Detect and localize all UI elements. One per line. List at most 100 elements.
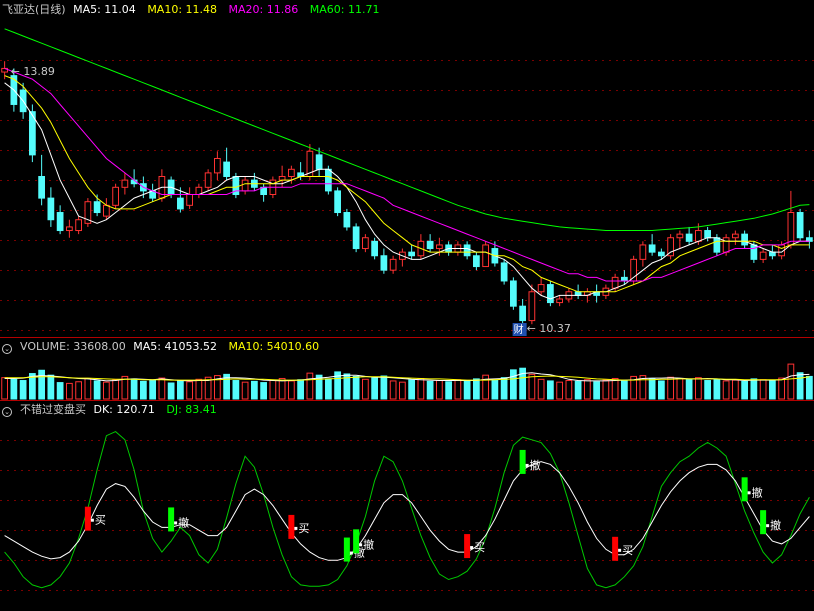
volume-bar [38, 369, 45, 400]
volume-bar [621, 380, 628, 400]
volume-bar [325, 378, 332, 400]
signal-marker [618, 548, 622, 552]
candle-body [473, 255, 480, 268]
cancel-signal-label: 撤 [530, 458, 541, 472]
ma10-legend: MA10: 11.48 [147, 3, 218, 16]
candle-body [769, 251, 776, 257]
candle-body [556, 298, 563, 304]
candle-body [574, 291, 582, 296]
candle-body [389, 258, 397, 271]
signal-marker [470, 546, 474, 550]
volume-bar [528, 373, 536, 400]
candle-body [722, 237, 730, 253]
dj-line [4, 461, 810, 561]
indicator-name[interactable]: 不错过变盘买 [20, 403, 86, 416]
volume-bar [297, 379, 304, 400]
candle-body [796, 212, 804, 239]
volume-bar [140, 380, 147, 400]
cancel-signal-bar [741, 477, 748, 502]
candle-body [482, 244, 489, 268]
volume-bar [473, 378, 480, 400]
volume-bar [158, 377, 166, 400]
signal-marker [174, 521, 178, 525]
candle-body [676, 233, 684, 239]
buy-signal-label: 买 [622, 544, 633, 557]
candle-body [695, 230, 702, 242]
candle-body [66, 226, 73, 232]
volume-bar [454, 379, 462, 400]
indicator-legend: ⌄ 不错过变盘买 DK: 120.71 DJ: 83.41 [2, 403, 225, 417]
volume-legend: ⌄ VOLUME: 33608.00 MA5: 41053.52 MA10: 54… [2, 340, 327, 354]
buy-signal-label: 买 [298, 522, 309, 535]
volume-bar [75, 381, 82, 400]
volume-bar [565, 380, 573, 400]
panel-menu-icon[interactable]: ⌄ [2, 407, 12, 417]
volume-bar [500, 377, 508, 400]
volume-bar [19, 380, 27, 400]
volume-bar [10, 378, 18, 400]
cancel-signal-label: 撤 [752, 485, 763, 499]
candle-body [371, 240, 378, 257]
volume-bar [491, 379, 499, 400]
buy-signal-bar [288, 514, 295, 539]
volume-bar [445, 381, 452, 400]
candle-body [278, 176, 286, 181]
candle-body [75, 219, 82, 232]
candle-body [223, 161, 230, 178]
signal-marker [90, 518, 94, 522]
volume-bar [806, 375, 813, 400]
candle-body [352, 226, 360, 250]
volume-bar [463, 380, 471, 400]
volume-bar [251, 380, 258, 400]
volume-bar [417, 377, 425, 400]
candle-body [611, 276, 619, 289]
signal-marker [294, 526, 298, 530]
candle-body [537, 284, 545, 293]
volume-bar [602, 379, 610, 400]
cancel-signal-bar [168, 507, 175, 532]
volume-bar [426, 380, 434, 400]
signal-marker [766, 524, 770, 528]
candle-body [463, 244, 471, 257]
volume-bar [93, 380, 101, 400]
candle-body [288, 168, 295, 178]
cancel-signal-bar [353, 529, 360, 554]
ma-line-ma60 [4, 28, 810, 231]
volume-bar [130, 378, 138, 400]
candle-body [436, 244, 443, 250]
volume-bar [713, 378, 721, 400]
panel-menu-icon[interactable]: ⌄ [2, 344, 12, 354]
candle-body [47, 197, 55, 221]
candle-body [732, 233, 739, 239]
cancel-signal-label: 撤 [363, 537, 374, 551]
candle-body [759, 251, 767, 260]
candle-body [103, 204, 110, 217]
volume-bar [547, 380, 554, 400]
buy-signal-label: 买 [474, 541, 485, 554]
candle-body [343, 212, 351, 228]
candle-body [519, 305, 526, 322]
ma60-legend: MA60: 11.71 [309, 3, 380, 16]
low-price-label: ← 10.37 [527, 322, 571, 335]
candle-body [121, 179, 129, 188]
dk-legend: DK: 120.71 [93, 403, 155, 416]
buy-signal-bar [464, 534, 471, 559]
stock-chart[interactable]: ← 13.89← 10.37财买撤买撤撤 买撤买撤撤 [0, 0, 814, 611]
candle-body [787, 212, 795, 246]
volume-bar [584, 379, 591, 400]
volume-bar [306, 372, 314, 400]
stock-title[interactable]: 飞亚达(日线) [2, 3, 66, 16]
cancel-signal-bar [343, 537, 350, 562]
candle-body [214, 157, 221, 174]
candle-body [713, 237, 721, 253]
volume-bar [278, 377, 286, 400]
volume-bar [103, 381, 110, 400]
candle-body [362, 237, 369, 250]
candle-body [621, 276, 628, 282]
high-price-label: ← 13.89 [11, 65, 55, 78]
volume-bar [408, 379, 415, 400]
event-badge: 财 [514, 323, 524, 336]
volume-bar [269, 379, 277, 400]
volume-ma10-legend: MA10: 54010.60 [228, 340, 320, 353]
buy-signal-bar [612, 536, 619, 561]
